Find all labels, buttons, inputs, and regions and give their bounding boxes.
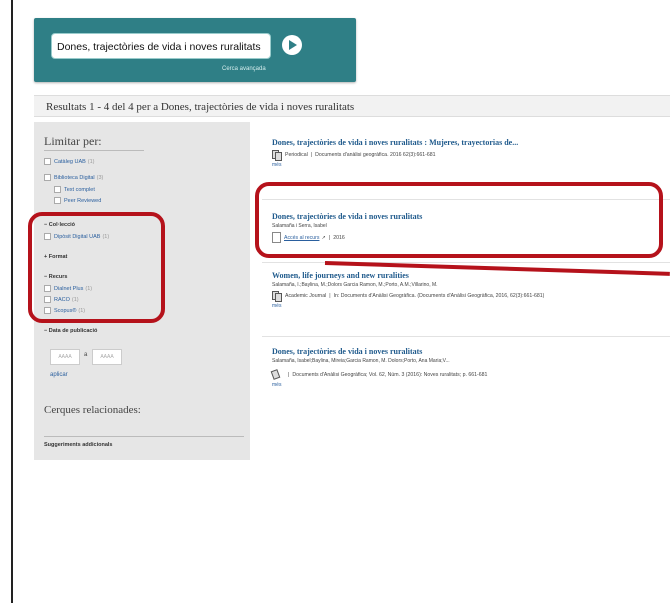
advanced-search-link[interactable]: Cerca avançada [222, 66, 266, 72]
facet-date-head[interactable]: − Data de publicació [44, 328, 97, 334]
more-link[interactable]: més [272, 303, 544, 309]
more-link[interactable]: més [272, 382, 487, 388]
related-searches-title: Cerques relacionades: [44, 404, 141, 416]
result-type: Academic Journal [285, 292, 327, 299]
facet-head-label: Data de publicació [48, 328, 98, 334]
search-input[interactable]: Dones, trajectòries de vida i noves rura… [51, 33, 271, 59]
highlight-result-annotation [255, 182, 663, 258]
meta-separator: | [329, 292, 331, 299]
checkbox[interactable] [54, 197, 61, 204]
facet-label: Text complet [64, 186, 95, 193]
result-source: In: Documents d'Anàlisi Geogràfica. (Doc… [333, 292, 545, 299]
checkbox[interactable] [44, 174, 51, 181]
facet-label: Peer Reviewed [64, 197, 102, 204]
play-arrow-icon [289, 40, 297, 50]
facet-full-text[interactable]: Text complet [54, 186, 95, 193]
search-panel: Dones, trajectòries de vida i noves rura… [34, 18, 356, 82]
facet-count: (1) [87, 158, 95, 165]
periodical-icon [272, 150, 282, 161]
apply-date-link[interactable]: aplicar [50, 372, 68, 378]
result-divider [262, 336, 670, 337]
facet-count: (3) [96, 174, 104, 181]
result-item-3: Women, life journeys and new ruralities … [272, 271, 544, 309]
journal-icon [272, 291, 282, 302]
result-authors: Salamaña, I.;Baylina, M.;Dolors Garcia R… [272, 282, 438, 288]
checkbox[interactable] [54, 186, 61, 193]
result-source: Documents d'anàlisi geogràfica. 2016 62(… [315, 151, 436, 158]
result-title-link[interactable]: Women, life journeys and new ruralities [272, 271, 544, 280]
divider [44, 436, 244, 437]
sidebar-title: Limitar per: [44, 134, 102, 148]
highlight-facets-annotation [28, 212, 165, 323]
result-authors: Salamaña, Isabel;Baylina, Mireia;Garcia … [272, 358, 450, 364]
date-from-input[interactable]: AAAA [50, 349, 80, 365]
page-edge-line [11, 0, 13, 603]
result-divider [262, 262, 670, 263]
facet-digital-library[interactable]: Biblioteca Digital (3) [44, 174, 103, 181]
date-separator: a [84, 352, 88, 358]
result-item-1: Dones, trajectòries de vida i noves rura… [272, 138, 518, 168]
meta-separator: | [310, 151, 313, 158]
more-link[interactable]: més [272, 162, 518, 168]
facet-catalog-uab[interactable]: Catàleg UAB (1) [44, 158, 95, 165]
results-count-header: Resultats 1 - 4 del 4 per a Dones, traje… [34, 95, 670, 117]
result-title-link[interactable]: Dones, trajectòries de vida i noves rura… [272, 347, 487, 356]
result-meta: Periodical | Documents d'anàlisi geogràf… [272, 150, 518, 161]
meta-separator: | [288, 371, 290, 378]
facet-peer-reviewed[interactable]: Peer Reviewed [54, 197, 101, 204]
divider [44, 150, 144, 151]
facet-label: Biblioteca Digital [54, 174, 95, 181]
search-submit-button[interactable] [282, 35, 302, 55]
result-meta: Academic Journal | In: Documents d'Anàli… [272, 291, 545, 302]
result-meta: | Documents d'Anàlisi Geogràfica; Vol. 6… [270, 369, 488, 380]
checkbox[interactable] [44, 158, 51, 165]
result-item-4: Dones, trajectòries de vida i noves rura… [270, 347, 488, 388]
result-type: Periodical [285, 151, 308, 158]
date-to-input[interactable]: AAAA [92, 349, 122, 365]
result-source: Documents d'Anàlisi Geogràfica; Vol. 62,… [292, 371, 488, 378]
result-title-link[interactable]: Dones, trajectòries de vida i noves rura… [272, 138, 518, 147]
facet-label: Catàleg UAB [54, 158, 86, 165]
article-icon [270, 369, 282, 380]
additional-suggestions[interactable]: Suggeriments addicionals [44, 442, 112, 448]
